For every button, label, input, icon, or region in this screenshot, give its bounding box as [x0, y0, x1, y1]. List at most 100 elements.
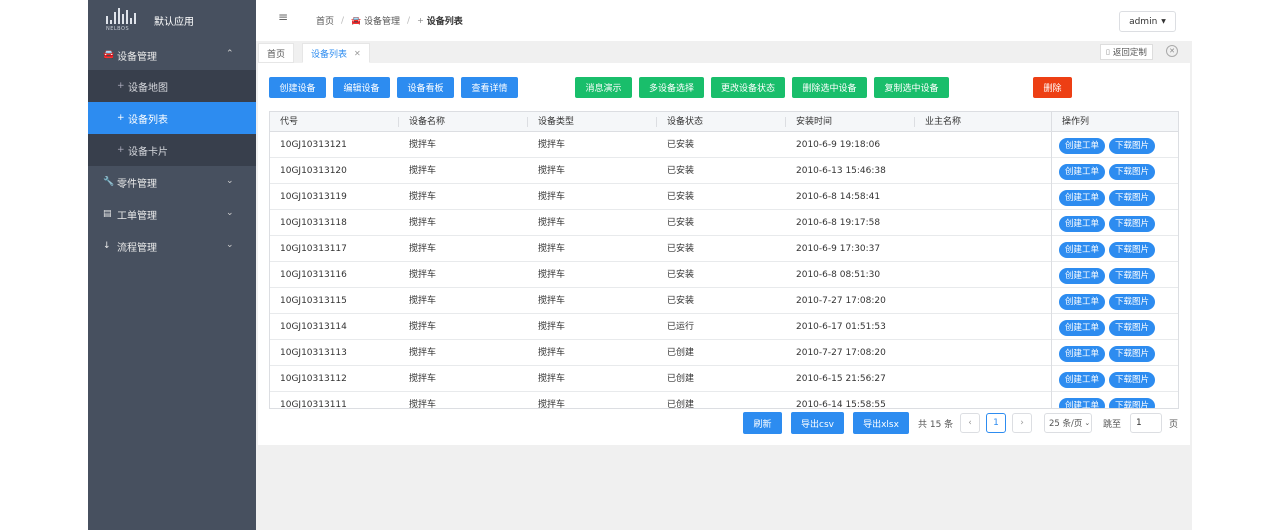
breadcrumb-home[interactable]: 首页 [316, 14, 334, 27]
cell-type: 搅拌车 [538, 192, 566, 202]
menu-toggle-icon[interactable]: ≡ [278, 10, 288, 24]
logo-text: NELBOS [106, 26, 130, 32]
cell-code: 10GJ10313116 [280, 270, 347, 280]
page-1-button[interactable]: 1 [986, 413, 1006, 433]
delete-selected-button[interactable]: 删除选中设备 [792, 77, 867, 98]
column-header-actions: 操作列 [1051, 112, 1178, 132]
table-row[interactable]: 10GJ10313120 搅拌车 搅拌车 已安装 2010-6-13 15:46:38 创… [270, 158, 1178, 184]
app-window: NELBOS 默认应用 🚘 设备管理 ⌃ + 设备地图 + 设备列表 + 设备卡… [0, 0, 1280, 530]
table-row[interactable]: 10GJ10313111 搅拌车 搅拌车 已创建 2010-6-14 15:58:55 创… [270, 392, 1178, 409]
cell-code: 10GJ10313121 [280, 140, 347, 150]
jump-label: 跳至 [1103, 420, 1122, 430]
cell-owner [915, 366, 925, 392]
cell-code: 10GJ10313112 [280, 374, 347, 384]
plus-icon: + [117, 145, 125, 155]
list-icon: ▤ [103, 209, 112, 219]
table-row[interactable]: 10GJ10313119 搅拌车 搅拌车 已安装 2010-6-8 14:58:41 创建… [270, 184, 1178, 210]
cell-install-time: 2010-6-8 08:51:30 [796, 270, 881, 280]
plus-icon: + [417, 16, 424, 25]
sidebar-item-device-list[interactable]: + 设备列表 [88, 102, 256, 134]
multi-select-button[interactable]: 多设备选择 [639, 77, 704, 98]
user-name: admin [1129, 16, 1158, 27]
cell-code: 10GJ10313118 [280, 218, 347, 228]
cell-type: 搅拌车 [538, 244, 566, 254]
column-header-name[interactable]: 设备名称 [399, 112, 528, 132]
device-board-button[interactable]: 设备看板 [397, 77, 454, 98]
cell-name: 搅拌车 [409, 400, 437, 409]
table-row[interactable]: 10GJ10313116 搅拌车 搅拌车 已安装 2010-6-8 08:51:30 创建… [270, 262, 1178, 288]
plus-icon: + [117, 113, 125, 123]
table-row[interactable]: 10GJ10313121 搅拌车 搅拌车 已安装 2010-6-9 19:18:06 创建… [270, 132, 1178, 158]
breadcrumb-current: 设备列表 [426, 17, 463, 27]
breadcrumb: 首页 / 🚘 设备管理 / + 设备列表 [316, 14, 463, 28]
column-header-type[interactable]: 设备类型 [528, 112, 657, 132]
logo: NELBOS 默认应用 [88, 0, 256, 40]
export-xlsx-button[interactable]: 导出xlsx [853, 412, 909, 434]
cell-owner [915, 132, 925, 158]
sidebar-item-device-map[interactable]: + 设备地图 [88, 70, 256, 102]
cell-name: 搅拌车 [409, 140, 437, 150]
cell-code: 10GJ10313117 [280, 244, 347, 254]
cell-owner [915, 210, 925, 236]
column-header-owner[interactable]: 业主名称 [915, 112, 1051, 132]
tab-device-list[interactable]: 设备列表 ✕ [302, 43, 370, 63]
cell-type: 搅拌车 [538, 400, 566, 409]
cell-status: 已创建 [667, 348, 695, 358]
cell-install-time: 2010-6-8 19:17:58 [796, 218, 881, 228]
breadcrumb-device-mgmt[interactable]: 设备管理 [364, 14, 400, 27]
total-count: 共 15 条 [918, 420, 954, 430]
cell-install-time: 2010-6-15 21:56:27 [796, 374, 886, 384]
view-detail-button[interactable]: 查看详情 [461, 77, 518, 98]
column-header-install-time[interactable]: 安装时间 [786, 112, 915, 132]
cell-install-time: 2010-7-27 17:08:20 [796, 296, 886, 306]
sidebar-group-parts[interactable]: 🔧 零件管理 ⌄ [88, 166, 256, 198]
cell-install-time: 2010-6-9 19:18:06 [796, 140, 881, 150]
sidebar-group-process[interactable]: ↓ 流程管理 ⌄ [88, 230, 256, 262]
message-demo-button[interactable]: 消息演示 [575, 77, 632, 98]
cell-name: 搅拌车 [409, 218, 437, 228]
cell-code: 10GJ10313114 [280, 322, 347, 332]
cell-status: 已安装 [667, 270, 695, 280]
delete-button[interactable]: 删除 [1033, 77, 1072, 98]
cell-type: 搅拌车 [538, 348, 566, 358]
table-row[interactable]: 10GJ10313112 搅拌车 搅拌车 已创建 2010-6-15 21:56:27 创… [270, 366, 1178, 392]
sidebar-group-label: 零件管理 [117, 178, 157, 190]
edit-device-button[interactable]: 编辑设备 [333, 77, 390, 98]
cell-status: 已运行 [667, 322, 695, 332]
refresh-button[interactable]: 刷新 [743, 412, 782, 434]
tab-home[interactable]: 首页 [258, 43, 295, 63]
sidebar-group-device[interactable]: 🚘 设备管理 ⌃ [88, 40, 256, 70]
cell-type: 搅拌车 [538, 140, 566, 150]
page-size-select[interactable]: 25 条/页 ⌄ [1044, 413, 1092, 433]
page-size-value: 25 条/页 [1049, 419, 1083, 429]
page-unit-label: 页 [1169, 420, 1179, 430]
create-device-button[interactable]: 创建设备 [269, 77, 326, 98]
cell-type: 搅拌车 [538, 296, 566, 306]
next-page-button[interactable]: › [1012, 413, 1032, 433]
table-row[interactable]: 10GJ10313115 搅拌车 搅拌车 已安装 2010-7-27 17:08:20 创… [270, 288, 1178, 314]
table-row[interactable]: 10GJ10313117 搅拌车 搅拌车 已安装 2010-6-9 17:30:37 创建… [270, 236, 1178, 262]
tab-label: 设备列表 [311, 49, 348, 60]
table-row[interactable]: 10GJ10313113 搅拌车 搅拌车 已创建 2010-7-27 17:08:20 创… [270, 340, 1178, 366]
jump-page-input[interactable] [1130, 413, 1162, 433]
logo-bars-icon [106, 6, 140, 24]
export-csv-button[interactable]: 导出csv [791, 412, 844, 434]
copy-selected-button[interactable]: 复制选中设备 [874, 77, 949, 98]
table-row[interactable]: 10GJ10313118 搅拌车 搅拌车 已安装 2010-6-8 19:17:58 创建… [270, 210, 1178, 236]
cell-name: 搅拌车 [409, 270, 437, 280]
change-status-button[interactable]: 更改设备状态 [711, 77, 785, 98]
table-row[interactable]: 10GJ10313114 搅拌车 搅拌车 已运行 2010-6-17 01:51:53 创… [270, 314, 1178, 340]
close-icon[interactable]: ✕ [354, 49, 361, 58]
car-icon: 🚘 [103, 50, 115, 60]
sidebar-item-device-card[interactable]: + 设备卡片 [88, 134, 256, 166]
column-header-code[interactable]: 代号 [270, 112, 399, 132]
column-header-status[interactable]: 设备状态 [657, 112, 786, 132]
cell-name: 搅拌车 [409, 244, 437, 254]
table-body: 10GJ10313121 搅拌车 搅拌车 已安装 2010-6-9 19:18:06 创建… [270, 132, 1178, 409]
close-all-tabs-icon[interactable]: ✕ [1166, 45, 1178, 57]
prev-page-button[interactable]: ‹ [960, 413, 980, 433]
chevron-down-icon: ⌄ [226, 208, 234, 218]
user-menu-button[interactable]: admin ▼ [1119, 11, 1176, 32]
back-custom-button[interactable]: ▯ 返回定制 [1100, 44, 1153, 60]
sidebar-group-workorder[interactable]: ▤ 工单管理 ⌄ [88, 198, 256, 230]
